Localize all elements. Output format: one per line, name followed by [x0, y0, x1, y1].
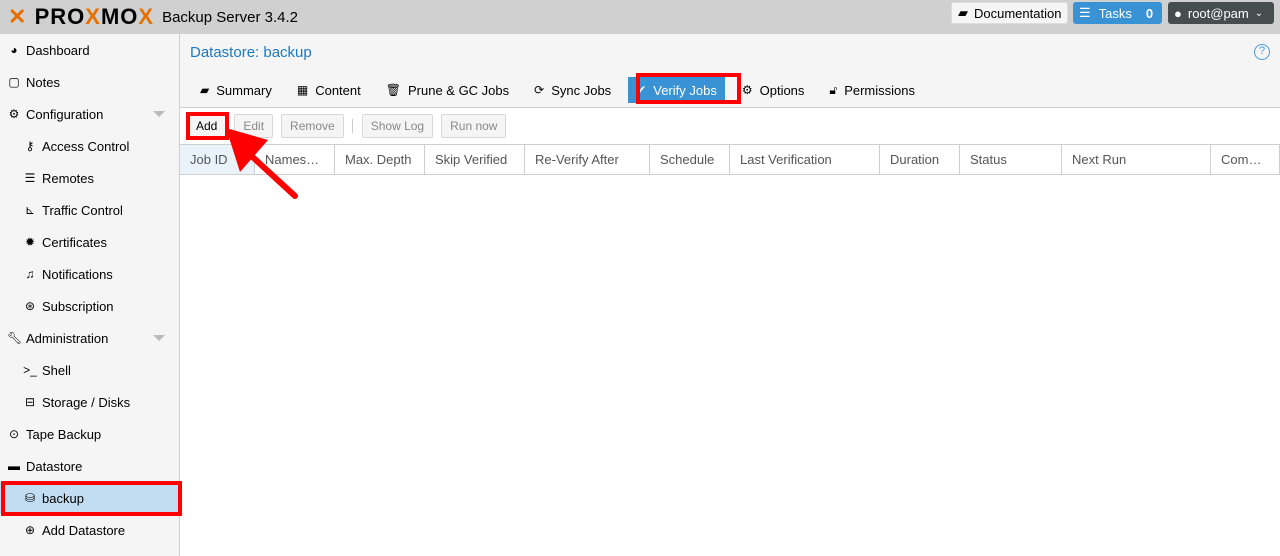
annotation-arrow-icon	[226, 128, 298, 199]
